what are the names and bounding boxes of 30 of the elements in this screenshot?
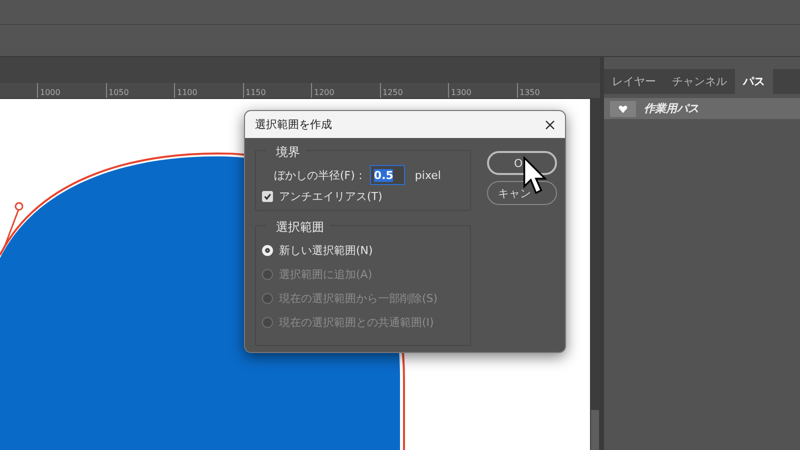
panel-tab[interactable]: パス xyxy=(735,69,773,94)
close-icon[interactable] xyxy=(545,120,555,130)
ruler-label: 1350 xyxy=(518,88,540,98)
input-field[interactable]: 0.5 xyxy=(370,165,405,185)
ruler-label: 1250 xyxy=(382,88,403,98)
radio-label: 現在の選択範囲から一部削除(S) xyxy=(279,290,438,306)
mouse-pointer-icon xyxy=(523,156,549,196)
dialog-title: 選択範囲を作成 xyxy=(255,117,332,132)
path-row[interactable]: 作業用パス xyxy=(604,98,800,119)
ruler-label: 1300 xyxy=(450,88,472,98)
field-label: ぼかしの半径(F)： xyxy=(274,168,366,182)
unit-label: pixel xyxy=(414,168,441,182)
ruler-label: 1000 xyxy=(39,88,60,98)
checkbox[interactable] xyxy=(262,191,273,202)
radio-label: 選択範囲に追加(A) xyxy=(279,266,372,282)
ruler-label: 1050 xyxy=(108,88,129,98)
ruler-label: 1150 xyxy=(244,88,266,98)
ruler-label: 1100 xyxy=(176,88,198,98)
cancel-button[interactable]: キャン xyxy=(487,181,557,205)
group-title: 選択範囲 xyxy=(266,219,330,236)
checkbox-label: アンチエイリアス(T) xyxy=(279,189,382,204)
radio-label: 新しい選択範囲(N) xyxy=(279,242,373,258)
path-name: 作業用パス xyxy=(644,101,699,116)
scrollbar[interactable] xyxy=(590,99,600,450)
ruler-label: 1200 xyxy=(313,88,334,98)
radio-label: 現在の選択範囲との共通範囲(I) xyxy=(279,314,434,330)
panel-tab[interactable]: レイヤー xyxy=(604,69,664,94)
panel-tab[interactable]: チャンネル xyxy=(664,69,735,94)
ok-button[interactable]: O xyxy=(487,151,557,175)
path-thumbnail xyxy=(610,100,636,116)
